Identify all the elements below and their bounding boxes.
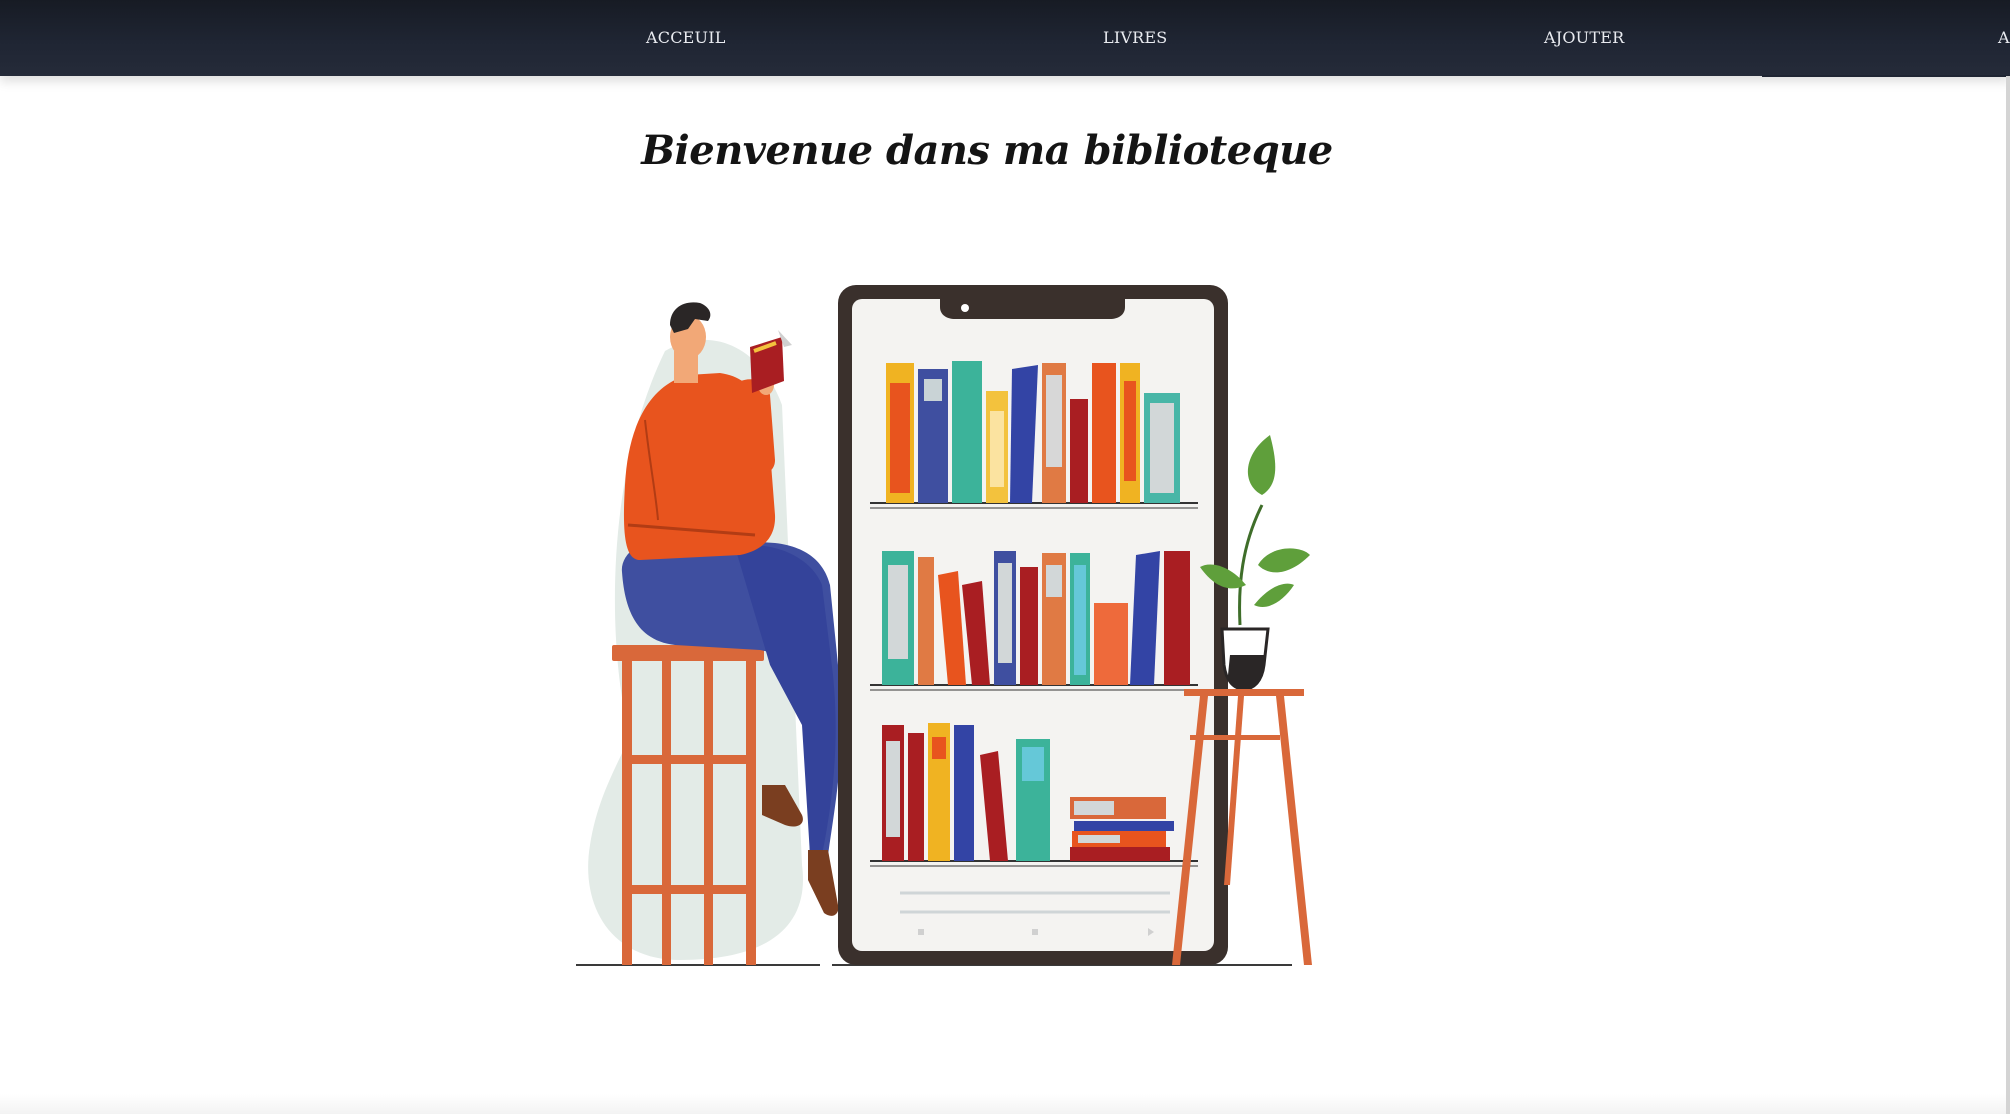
nav-link-livres[interactable]: LIVRES [1103,28,1167,47]
right-edge-rail [2006,76,2010,1114]
reading-person-bookshelf-illustration [576,285,1312,966]
tablet-bookshelf [838,285,1228,965]
nav-link-ajouter[interactable]: AJOUTER [1544,28,1624,47]
app-viewport: ACCEUIL LIVRES AJOUTER A Bienvenue dans … [0,0,2010,1114]
top-navbar: ACCEUIL LIVRES AJOUTER A [0,0,2010,77]
page-title: Bienvenue dans ma biblioteque [641,126,1333,174]
nav-overflow-item[interactable]: A [1998,28,2010,47]
nav-underline [1762,75,2010,77]
page-bottom-fade [0,1094,2006,1114]
nav-link-acceuil[interactable]: ACCEUIL [646,28,726,47]
